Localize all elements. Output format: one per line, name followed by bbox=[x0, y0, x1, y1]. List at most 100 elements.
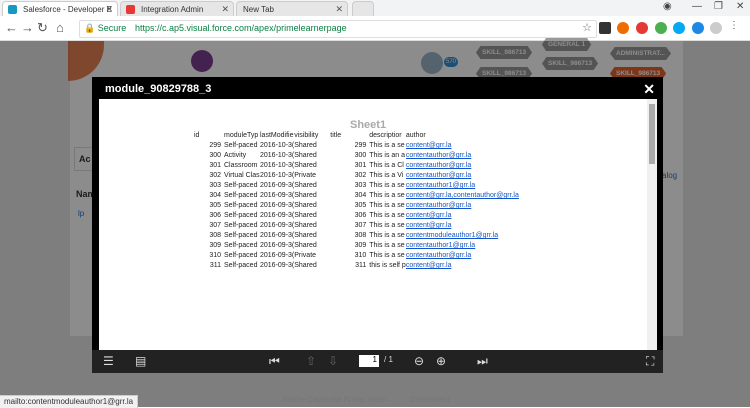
table-cell: This is a se bbox=[369, 202, 405, 209]
close-icon[interactable]: ✕ bbox=[221, 2, 229, 16]
table-cell: 304 bbox=[209, 192, 221, 199]
table-row: 299 Self-paced 2016-10-3(Shared 299 This is … bbox=[194, 141, 526, 151]
bookmark-star-icon[interactable]: ☆ bbox=[582, 21, 592, 34]
close-icon[interactable]: ✕ bbox=[105, 2, 113, 16]
author-link[interactable]: contentauthor@grr.la bbox=[406, 171, 526, 181]
extension-icon[interactable] bbox=[673, 22, 685, 34]
extension-icon[interactable] bbox=[655, 22, 667, 34]
last-page-icon[interactable]: ⏭ bbox=[477, 354, 488, 369]
table-cell: 309 bbox=[209, 242, 221, 249]
fit-screen-icon[interactable]: ⛶ bbox=[646, 354, 654, 369]
extension-icon[interactable] bbox=[617, 22, 629, 34]
table-cell: Private bbox=[294, 172, 317, 179]
reload-icon[interactable]: ↻ bbox=[37, 20, 48, 36]
author-link[interactable]: content@grr.la bbox=[406, 211, 526, 221]
table-row: 308 Self-paced 2016-09-3(Shared 308 This is … bbox=[194, 231, 526, 241]
table-cell: This is an a bbox=[369, 152, 406, 159]
extension-pdf-icon[interactable] bbox=[599, 22, 611, 34]
forward-icon[interactable]: → bbox=[21, 20, 34, 35]
table-cell: 303 bbox=[209, 182, 221, 189]
viewer-toolbar: ☰ ▤ ⏮ ⇧ ⇩ 1 / 1 ⊖ ⊕ ⏭ ⛶ bbox=[92, 350, 663, 373]
maximize-icon[interactable]: ❐ bbox=[714, 1, 723, 12]
table-cell: Self-paced bbox=[224, 212, 258, 219]
author-link[interactable]: contentauthor1@grr.la bbox=[406, 241, 526, 251]
table-cell: Self-paced bbox=[224, 262, 258, 269]
table-row: 307 Self-paced 2016-09-3(Shared 307 This is … bbox=[194, 221, 526, 231]
notes-icon[interactable]: ▤ bbox=[135, 354, 146, 368]
close-icon[interactable]: ✕ bbox=[335, 2, 343, 16]
profile-icon[interactable]: ◉ bbox=[663, 1, 672, 12]
table-cell: 308 bbox=[209, 232, 221, 239]
author-link[interactable]: content@grr.la,contentauthor@grr.la bbox=[406, 191, 526, 201]
tab-new-tab[interactable]: New Tab ✕ bbox=[236, 1, 348, 16]
author-link[interactable]: contentauthor@grr.la bbox=[406, 151, 526, 161]
author-link[interactable]: content@grr.la bbox=[406, 141, 526, 151]
table-cell: 2016-09-3( bbox=[260, 252, 295, 259]
author-link[interactable]: contentauthor@grr.la bbox=[406, 251, 526, 261]
previous-page-icon[interactable]: ⇧ bbox=[306, 354, 316, 368]
scrollbar-thumb[interactable] bbox=[649, 104, 655, 164]
author-link[interactable]: contentauthor1@grr.la bbox=[406, 181, 526, 191]
window-close-icon[interactable]: ✕ bbox=[736, 1, 744, 12]
author-link[interactable]: content@grr.la bbox=[406, 221, 526, 231]
extension-icon[interactable] bbox=[710, 22, 722, 34]
zoom-out-icon[interactable]: ⊖ bbox=[414, 354, 424, 368]
table-cell: Self-paced bbox=[224, 222, 258, 229]
next-page-icon[interactable]: ⇩ bbox=[328, 354, 338, 368]
zoom-in-icon[interactable]: ⊕ bbox=[436, 354, 446, 368]
close-icon[interactable]: ✕ bbox=[643, 81, 655, 98]
list-icon[interactable]: ☰ bbox=[103, 354, 114, 368]
table-cell: Shared bbox=[294, 192, 317, 199]
address-bar[interactable]: 🔒 Secure https://c.ap5.visual.force.com/… bbox=[79, 20, 597, 38]
table-cell: Activity bbox=[224, 152, 247, 159]
extension-icon[interactable] bbox=[692, 22, 704, 34]
table-cell: 299 bbox=[354, 142, 367, 149]
table-cell: 311 bbox=[209, 262, 221, 269]
table-row: 305 Self-paced 2016-09-3(Shared 305 This is … bbox=[194, 201, 526, 211]
page-number-input[interactable]: 1 bbox=[359, 355, 379, 367]
home-icon[interactable]: ⌂ bbox=[56, 20, 64, 35]
table-row: 310 Self-paced 2016-09-3(Private 310 This is… bbox=[194, 251, 526, 261]
author-link[interactable]: contentauthor@grr.la bbox=[406, 161, 526, 171]
table-cell: Shared bbox=[294, 182, 317, 189]
author-link[interactable]: contentmoduleauthor1@grr.la bbox=[406, 231, 526, 241]
menu-icon[interactable]: ⋮ bbox=[729, 20, 741, 32]
author-link[interactable]: contentauthor@grr.la bbox=[406, 201, 526, 211]
table-cell: This is a se bbox=[369, 252, 405, 259]
table-cell: Virtual Clas bbox=[224, 172, 260, 179]
table-cell: this is self p bbox=[369, 262, 406, 269]
disconnect-link[interactable]: Disconnect bbox=[410, 395, 450, 404]
table-cell: 307 bbox=[354, 222, 367, 229]
table-cell: Shared bbox=[294, 222, 317, 229]
table-cell: Classroom bbox=[224, 162, 258, 169]
table-cell: This is a se bbox=[369, 182, 405, 189]
table-cell: This is a se bbox=[369, 142, 405, 149]
table-cell: Self-paced bbox=[224, 232, 258, 239]
table-cell: Private bbox=[294, 252, 317, 259]
table-cell: Self-paced bbox=[224, 202, 258, 209]
tab-title: Integration Admin bbox=[141, 5, 204, 14]
first-page-icon[interactable]: ⏮ bbox=[269, 354, 280, 369]
back-icon[interactable]: ← bbox=[5, 20, 18, 35]
table-cell: 2016-09-3( bbox=[260, 232, 295, 239]
table-cell: 2016-09-3( bbox=[260, 192, 295, 199]
tab-strip: Salesforce - Developer E ✕ Integration A… bbox=[0, 0, 750, 17]
table-cell: Shared bbox=[294, 152, 317, 159]
scrollbar[interactable] bbox=[647, 99, 657, 350]
table-cell: 2016-10-3( bbox=[260, 142, 295, 149]
tab-integration-admin[interactable]: Integration Admin ✕ bbox=[120, 1, 234, 16]
extension-icon[interactable] bbox=[636, 22, 648, 34]
table-cell: 2016-09-3( bbox=[260, 212, 295, 219]
new-tab-button[interactable] bbox=[352, 1, 374, 16]
table-cell: 302 bbox=[209, 172, 221, 179]
table-cell: 299 bbox=[209, 142, 221, 149]
url-text: https://c.ap5.visual.force.com/apex/prim… bbox=[135, 23, 347, 33]
tab-salesforce[interactable]: Salesforce - Developer E ✕ bbox=[2, 1, 118, 16]
table-cell: 310 bbox=[354, 252, 367, 259]
table-cell: 306 bbox=[209, 212, 221, 219]
table-cell: 300 bbox=[354, 152, 367, 159]
author-link[interactable]: content@grr.la bbox=[406, 261, 526, 271]
help-link[interactable]: Adobe Captivate Prime: Help bbox=[282, 395, 385, 404]
minimize-icon[interactable]: — bbox=[692, 1, 702, 12]
table-cell: 2016-09-3( bbox=[260, 182, 295, 189]
